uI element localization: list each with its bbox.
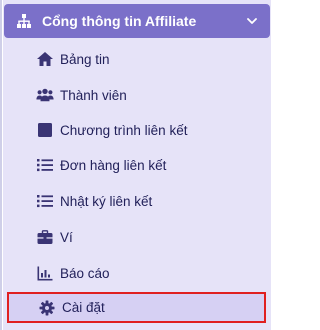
menu-item-settings[interactable]: Cài đặt	[7, 292, 266, 323]
menu-item-members[interactable]: Thành viên	[30, 83, 262, 107]
list-icon	[36, 156, 54, 174]
menu-item-label: Bảng tin	[60, 51, 110, 67]
menu-item-reports[interactable]: Báo cáo	[30, 261, 262, 285]
menu-item-wallet[interactable]: Ví	[30, 225, 262, 249]
menu-item-affiliate-log[interactable]: Nhật ký liên kết	[30, 189, 262, 213]
menu-item-affiliate-orders[interactable]: Đơn hàng liên kết	[30, 153, 262, 177]
sitemap-icon	[16, 13, 32, 29]
chevron-down-icon[interactable]	[246, 15, 258, 27]
briefcase-icon	[36, 228, 54, 246]
menu-item-label: Cài đặt	[62, 300, 105, 315]
menu-item-dashboard[interactable]: Bảng tin	[30, 47, 262, 71]
gear-icon	[38, 299, 56, 317]
home-icon	[36, 50, 54, 68]
list-icon	[36, 192, 54, 210]
menu-item-label: Chương trình liên kết	[60, 122, 188, 138]
affiliate-portal-header[interactable]: Cổng thông tin Affiliate	[4, 4, 270, 38]
square-icon	[36, 121, 54, 139]
menu-item-label: Ví	[60, 229, 73, 245]
menu-item-label: Thành viên	[60, 87, 127, 103]
menu-item-label: Nhật ký liên kết	[60, 193, 153, 209]
menu-item-affiliate-programs[interactable]: Chương trình liên kết	[30, 118, 262, 142]
menu-item-label: Đơn hàng liên kết	[60, 157, 167, 173]
menu-item-label: Báo cáo	[60, 265, 110, 281]
left-edge-line	[0, 0, 2, 330]
chart-icon	[36, 264, 54, 282]
users-icon	[36, 86, 54, 104]
header-title: Cổng thông tin Affiliate	[42, 13, 197, 29]
